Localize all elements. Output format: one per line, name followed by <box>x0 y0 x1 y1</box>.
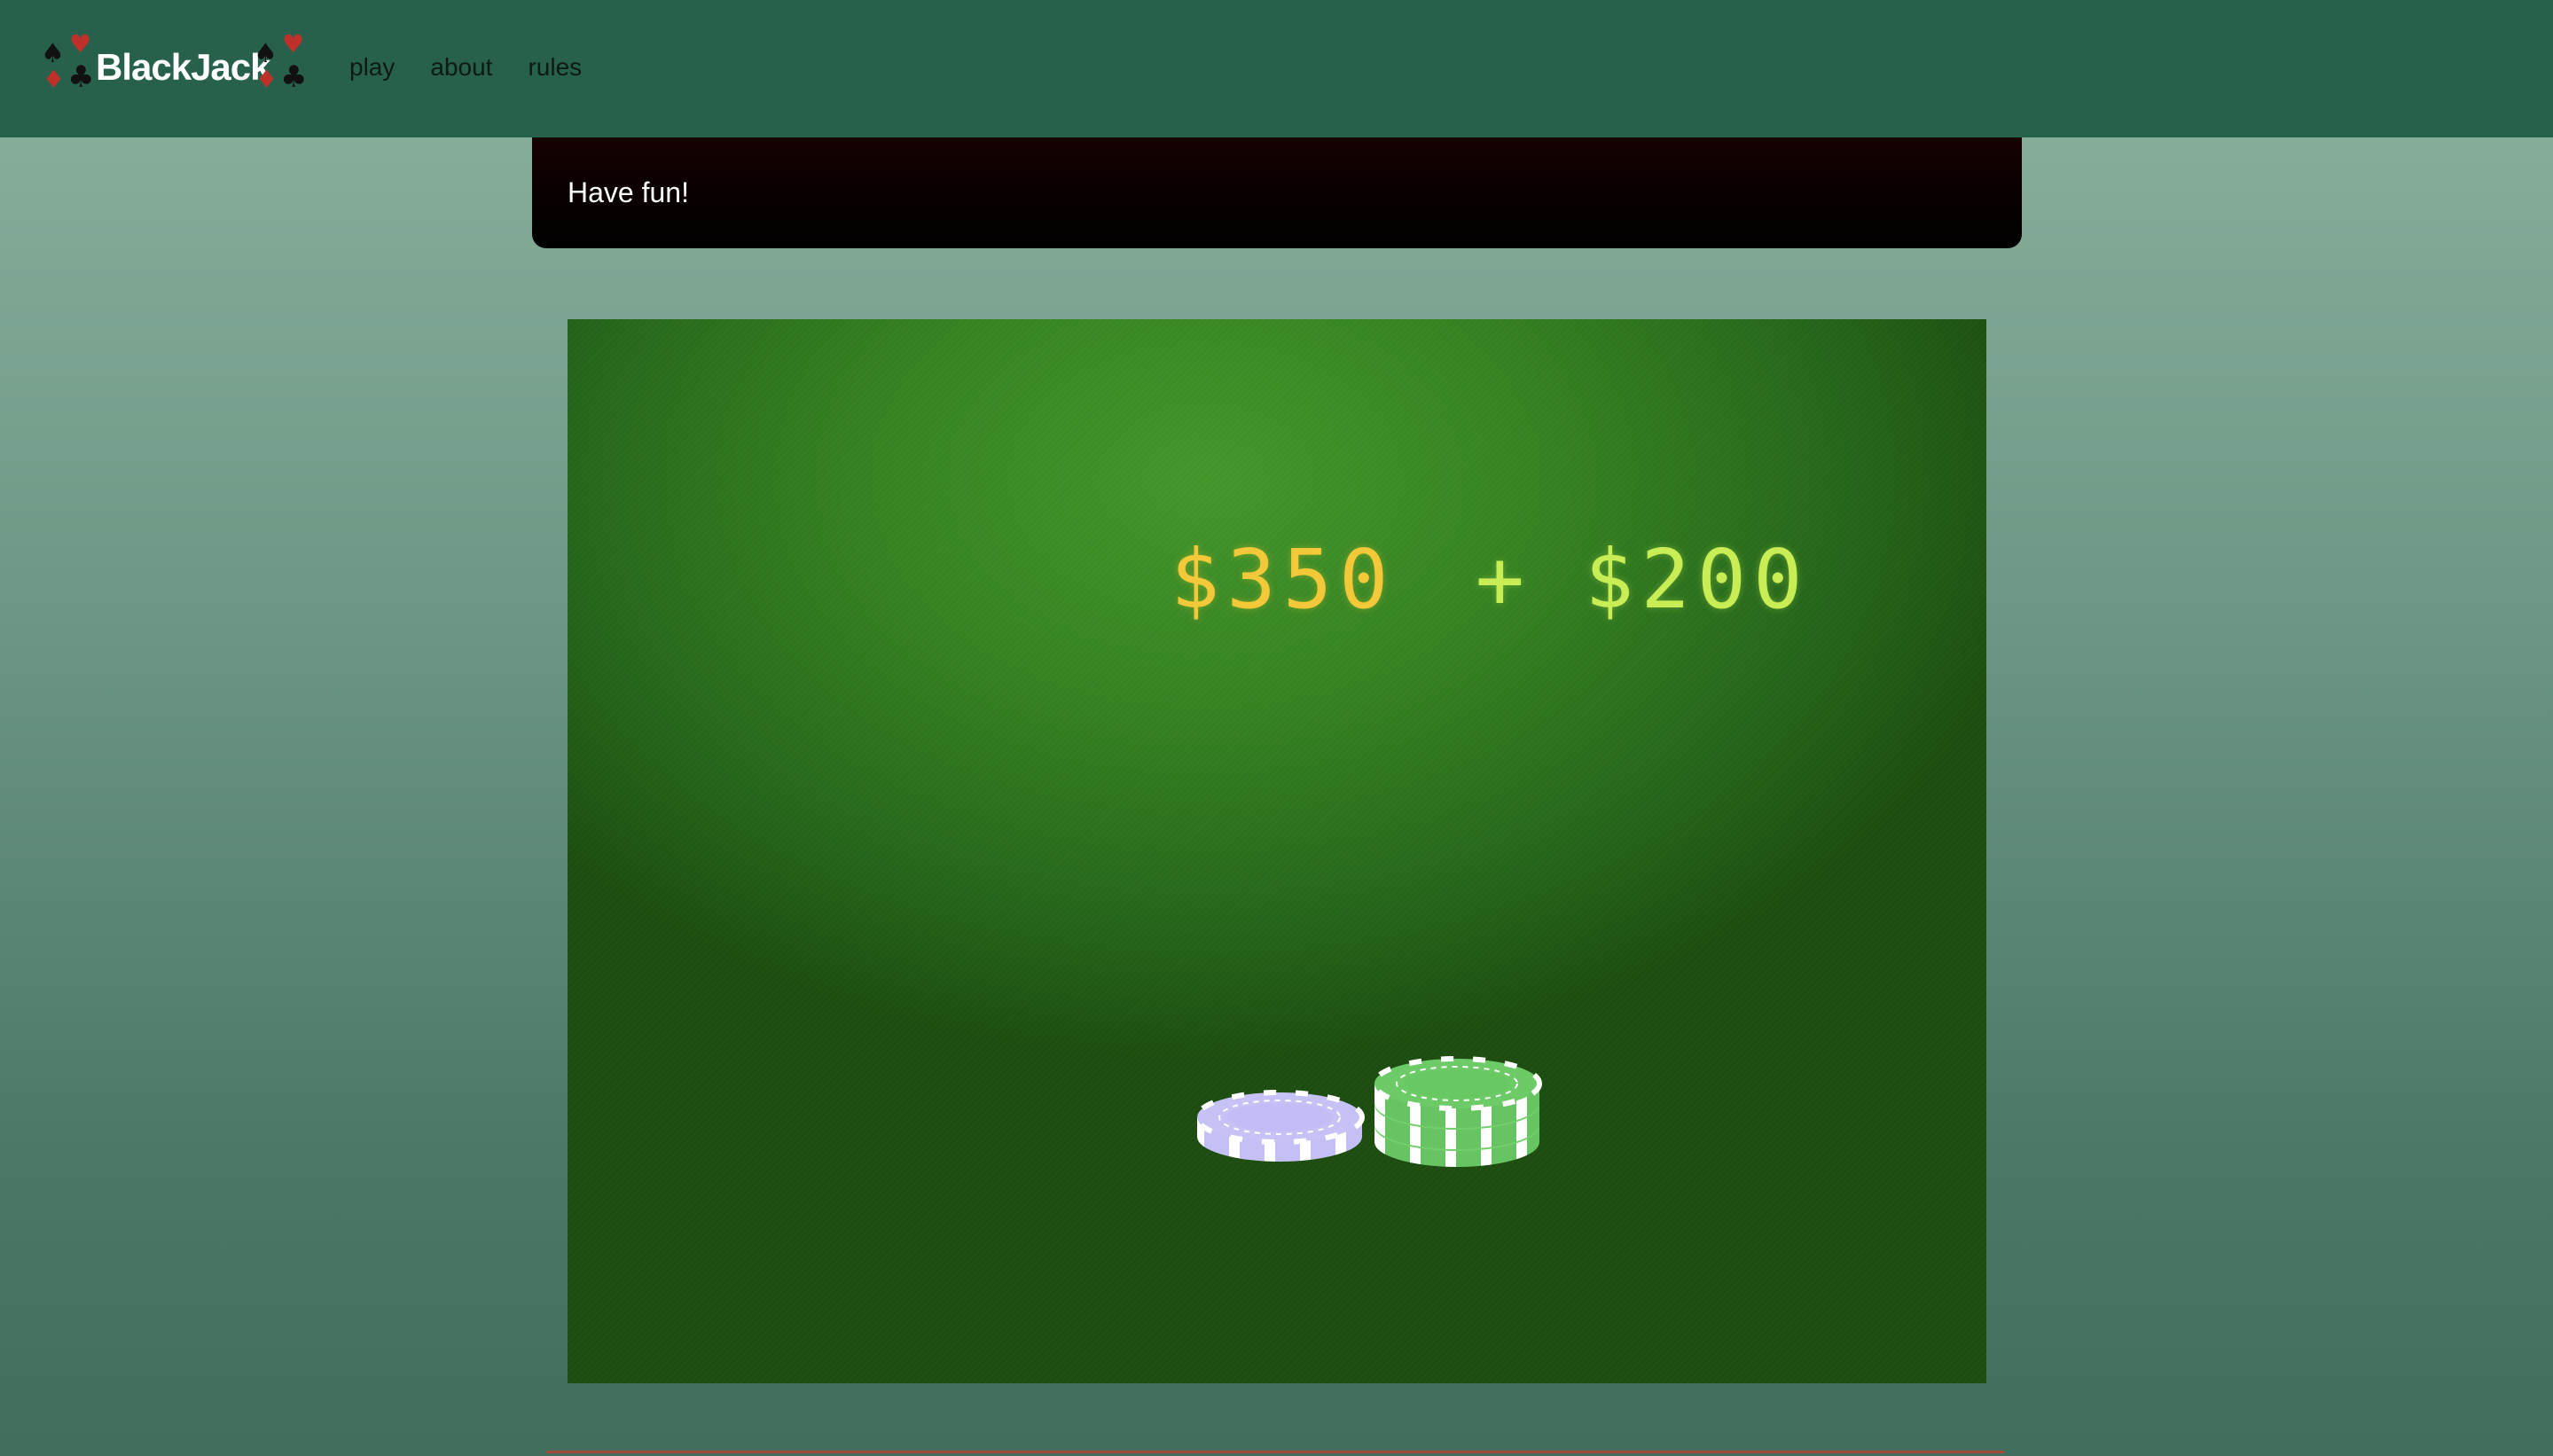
diamond-icon: ♦ <box>255 65 278 94</box>
game-table[interactable]: $350 + $200 <box>568 319 1986 1383</box>
lavender-chip-stack[interactable] <box>1194 1090 1365 1162</box>
chip-stacks[interactable] <box>1188 1029 1570 1170</box>
nav-link-play[interactable]: play <box>349 53 395 82</box>
bottom-divider <box>546 1451 2004 1453</box>
message-text: Have fun! <box>568 176 689 208</box>
nav-link-rules[interactable]: rules <box>528 53 582 82</box>
spade-icon: ♠ <box>254 38 278 69</box>
balance-amount: $350 <box>1171 532 1396 627</box>
bet-amount: $200 <box>1584 532 1810 627</box>
brand-logo[interactable]: ♠ ♥ ♦ ♣ BlackJack ♠ ♥ ♦ ♣ <box>41 29 316 106</box>
green-chip-stack[interactable] <box>1372 1056 1542 1167</box>
plus-sign: + <box>1475 532 1531 627</box>
diamond-icon: ♦ <box>43 65 66 94</box>
amounts-display: $350 + $200 <box>1171 532 1810 627</box>
spade-icon: ♠ <box>41 38 65 69</box>
felt-texture <box>568 319 1986 1383</box>
nav-link-about[interactable]: about <box>430 53 492 82</box>
nav-links: play about rules <box>349 53 582 82</box>
navbar: ♠ ♥ ♦ ♣ BlackJack ♠ ♥ ♦ ♣ play about rul… <box>0 0 2553 137</box>
club-icon: ♣ <box>67 59 95 95</box>
message-banner: Have fun! <box>532 137 2022 248</box>
brand-name: BlackJack <box>96 46 271 88</box>
heart-icon: ♥ <box>282 29 305 59</box>
heart-icon: ♥ <box>69 29 92 59</box>
club-icon: ♣ <box>280 59 308 95</box>
